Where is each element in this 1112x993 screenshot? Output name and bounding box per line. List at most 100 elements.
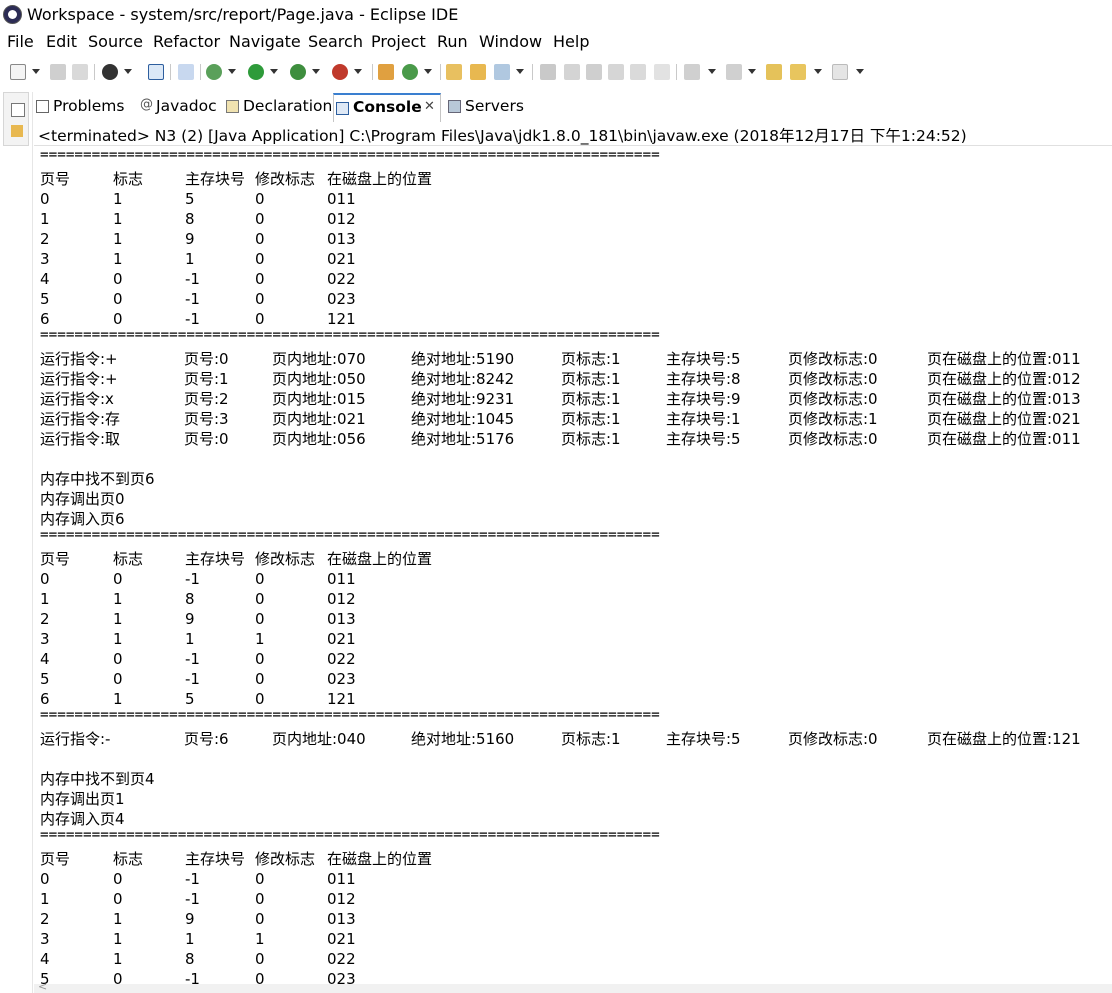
chevron-down-icon[interactable]: [814, 69, 822, 74]
tab-console[interactable]: Console ✕: [333, 93, 441, 122]
menu-search[interactable]: Search: [308, 32, 363, 51]
menu-window[interactable]: Window: [479, 32, 542, 51]
console-cell: 修改标志: [255, 850, 316, 868]
console-cell: 0: [113, 290, 123, 308]
menu-refactor[interactable]: Refactor: [153, 32, 220, 51]
chevron-down-icon[interactable]: [124, 69, 132, 74]
skip-breakpoints-icon[interactable]: [178, 64, 194, 80]
menu-run[interactable]: Run: [437, 32, 468, 51]
new-java-package-icon[interactable]: [378, 64, 394, 80]
console-cell: 0: [255, 590, 265, 608]
chevron-down-icon[interactable]: [354, 69, 362, 74]
console-cell: 页修改标志:0: [788, 730, 878, 748]
terminal-icon[interactable]: [148, 64, 164, 80]
eclipse-logo-icon: [3, 5, 22, 24]
view-tab-bar: Problems @ Javadoc Declaration Console ✕…: [34, 93, 1112, 122]
console-cell: 011: [327, 570, 356, 588]
close-icon[interactable]: ✕: [424, 99, 435, 114]
console-cell: 4: [40, 950, 50, 968]
menu-file[interactable]: File: [7, 32, 34, 51]
console-cell: 页在磁盘上的位置:011: [927, 430, 1081, 448]
new-icon[interactable]: [10, 64, 26, 80]
menu-navigate[interactable]: Navigate: [229, 32, 301, 51]
minimized-views-strip: [0, 92, 33, 993]
restore-icon[interactable]: [11, 103, 25, 117]
external-tools-icon[interactable]: [332, 64, 348, 80]
coverage-icon[interactable]: [290, 64, 306, 80]
previous-annotation-icon[interactable]: [726, 64, 742, 80]
console-cell: -1: [185, 290, 200, 308]
console-cell: 1: [113, 610, 123, 628]
scroll-left-icon[interactable]: <: [38, 980, 47, 993]
console-cell: 绝对地址:5176: [411, 430, 515, 448]
new-java-class-icon[interactable]: [402, 64, 418, 80]
declaration-icon: [226, 100, 239, 113]
console-cell: 页内地址:015: [272, 390, 366, 408]
search-icon[interactable]: [494, 64, 510, 80]
chevron-down-icon[interactable]: [856, 69, 864, 74]
block-selection-icon[interactable]: [608, 64, 624, 80]
back-arrow-icon[interactable]: [790, 64, 806, 80]
menu-project[interactable]: Project: [371, 32, 426, 51]
tab-javadoc[interactable]: @ Javadoc: [137, 93, 217, 120]
problems-icon: [36, 100, 49, 113]
chevron-down-icon[interactable]: [312, 69, 320, 74]
chevron-down-icon[interactable]: [708, 69, 716, 74]
open-type-icon[interactable]: [446, 64, 462, 80]
tab-servers[interactable]: Servers: [446, 93, 526, 120]
console-cell: 绝对地址:5160: [411, 730, 515, 748]
console-cell: 0: [255, 650, 265, 668]
console-cell: 013: [327, 610, 356, 628]
chevron-down-icon[interactable]: [748, 69, 756, 74]
menu-source[interactable]: Source: [88, 32, 143, 51]
pilcrow-icon[interactable]: [654, 64, 670, 80]
debug-icon[interactable]: [206, 64, 222, 80]
menu-edit[interactable]: Edit: [46, 32, 77, 51]
show-whitespace-icon[interactable]: [630, 64, 646, 80]
package-explorer-icon[interactable]: [11, 125, 23, 137]
console-cell: 页在磁盘上的位置:021: [927, 410, 1081, 428]
tab-declaration[interactable]: Declaration: [224, 93, 332, 120]
console-cell: 0: [40, 570, 50, 588]
console-cell: 013: [327, 910, 356, 928]
chevron-down-icon[interactable]: [270, 69, 278, 74]
next-annotation-icon[interactable]: [684, 64, 700, 80]
console-output[interactable]: ========================================…: [34, 145, 1112, 986]
forward-arrow-icon[interactable]: [832, 64, 848, 80]
console-cell: -1: [185, 890, 200, 908]
chevron-down-icon[interactable]: [424, 69, 432, 74]
console-text: 内存调出页1: [40, 790, 125, 808]
chevron-down-icon[interactable]: [32, 69, 40, 74]
console-cell: 页号:0: [184, 430, 229, 448]
open-folder-icon[interactable]: [470, 64, 486, 80]
toggle-mark-occurrences-icon[interactable]: [540, 64, 556, 80]
console-cell: 运行指令:x: [40, 390, 114, 408]
menu-help[interactable]: Help: [553, 32, 589, 51]
run-icon[interactable]: [248, 64, 264, 80]
save-icon[interactable]: [50, 64, 66, 80]
separator-line: ========================================…: [40, 707, 660, 723]
console-cell: 0: [113, 890, 123, 908]
console-cell: 0: [255, 890, 265, 908]
edit-icon[interactable]: [564, 64, 580, 80]
horizontal-scrollbar[interactable]: <: [34, 980, 1112, 993]
last-edit-location-icon[interactable]: [766, 64, 782, 80]
console-cell: 主存块号:1: [666, 410, 741, 428]
console-cell: 修改标志: [255, 550, 316, 568]
console-cell: 页号:3: [184, 410, 229, 428]
console-cell: 主存块号:5: [666, 430, 741, 448]
tab-problems[interactable]: Problems: [34, 93, 128, 120]
console-cell: 1: [255, 630, 265, 648]
console-cell: 绝对地址:8242: [411, 370, 515, 388]
console-cell: 1: [40, 590, 50, 608]
chevron-down-icon[interactable]: [228, 69, 236, 74]
console-cell: 1: [113, 950, 123, 968]
profile-icon[interactable]: [102, 64, 118, 80]
console-cell: 运行指令:取: [40, 430, 121, 448]
tab-label: Declaration: [243, 97, 333, 115]
chevron-down-icon[interactable]: [516, 69, 524, 74]
save-all-icon[interactable]: [72, 64, 88, 80]
console-cell: -1: [185, 870, 200, 888]
console-cell: 0: [255, 910, 265, 928]
word-wrap-icon[interactable]: [586, 64, 602, 80]
